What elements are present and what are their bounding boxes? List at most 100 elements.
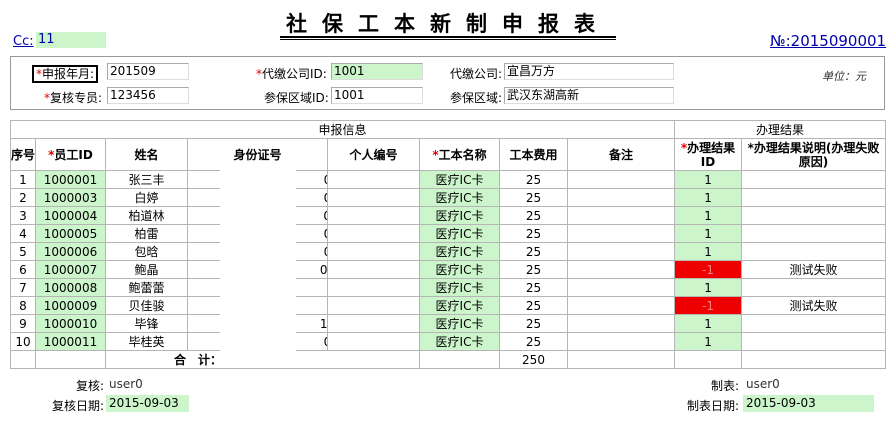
period-label: *申报年月: [31,65,99,83]
row-personal-no [327,296,420,315]
row-cost-name[interactable]: 医疗IC卡 [419,224,500,243]
make-date-field[interactable]: 2015-09-03 [743,395,874,412]
table-body: 11000001张三丰5420015医疗IC卡25121000003白婷5420… [10,170,887,351]
id-card-suffix: 0058 [324,227,327,241]
row-seq: 8 [10,296,36,315]
row-name: 鲍晶 [105,260,188,279]
row-cost-name[interactable]: 医疗IC卡 [419,242,500,261]
title-underline-thin [280,39,616,40]
id-card-suffix: 0015 [324,173,327,187]
row-personal-no [327,206,420,225]
table-row[interactable]: 61000007鲍晶540074医疗IC卡25-1测试失败 [10,260,887,279]
row-result-id[interactable]: 1 [674,224,743,243]
row-result-desc: 测试失败 [741,296,887,315]
row-personal-no [327,188,420,207]
row-result-desc [741,206,887,225]
col-emp-id: *员工ID [35,138,106,171]
row-personal-no [327,314,420,333]
agent-company-field[interactable]: 宜昌万方 [504,63,674,80]
cc-field[interactable]: 11 [36,32,106,48]
region-id-field[interactable]: 1001 [331,87,423,104]
row-cost-name[interactable]: 医疗IC卡 [419,170,500,189]
table-row[interactable]: 81000009贝佳骏542090医疗IC卡25-1测试失败 [10,296,887,315]
row-cost-name[interactable]: 医疗IC卡 [419,278,500,297]
group-declare-info: 申报信息 [9,120,676,139]
id-card-suffix: 0074 [319,262,328,277]
row-emp-id[interactable]: 1000005 [35,224,106,243]
row-seq: 3 [10,206,36,225]
row-result-desc [741,332,887,351]
row-name: 毕桂英 [105,332,188,351]
row-remark [566,332,676,351]
table-row[interactable]: 91000010毕锋5103医疗IC卡251 [10,314,887,333]
row-emp-id[interactable]: 1000006 [35,242,106,261]
row-cost-name[interactable]: 医疗IC卡 [419,296,500,315]
row-result-desc [741,170,887,189]
row-result-id[interactable]: 1 [674,332,743,351]
row-emp-id[interactable]: 1000008 [35,278,106,297]
review-label: 复核: [76,379,105,393]
row-emp-id[interactable]: 1000011 [35,332,106,351]
table-row[interactable]: 31000004柏道林542004X医疗IC卡251 [10,206,887,225]
row-name: 柏雷 [105,224,188,243]
row-emp-id[interactable]: 1000009 [35,296,106,315]
review-date-field[interactable]: 2015-09-03 [106,395,189,412]
row-result-id[interactable]: -1 [674,260,743,279]
row-cost-name[interactable]: 医疗IC卡 [419,260,500,279]
row-result-id[interactable]: -1 [674,296,743,315]
col-result-desc: *办理结果说明(办理失败原因) [741,138,887,171]
row-cost-name[interactable]: 医疗IC卡 [419,314,500,333]
id-card-suffix: 103 [319,316,328,331]
row-name: 白婷 [105,188,188,207]
row-remark [566,296,676,315]
serial-number[interactable]: №:2015090001 [770,32,886,50]
row-result-id[interactable]: 1 [674,278,743,297]
table-row[interactable]: 51000006包晗5420066医疗IC卡251 [10,242,887,261]
row-remark [566,170,676,189]
col-cost-fee: 工本费用 [499,138,568,171]
agent-company-id-field[interactable]: 1001 [331,63,423,80]
table-row[interactable]: 41000005柏雷5420058医疗IC卡251 [10,224,887,243]
row-emp-id[interactable]: 1000010 [35,314,106,333]
row-seq: 9 [10,314,36,333]
reviewer-field[interactable]: 123456 [107,87,189,104]
row-emp-id[interactable]: 1000007 [35,260,106,279]
row-remark [566,314,676,333]
row-name: 贝佳骏 [105,296,188,315]
id-card-suffix: 0066 [324,245,327,259]
period-field[interactable]: 201509 [107,63,189,80]
table-row[interactable]: 11000001张三丰5420015医疗IC卡251 [10,170,887,189]
row-result-desc [741,188,887,207]
row-result-id[interactable]: 1 [674,206,743,225]
table-row[interactable]: 21000003白婷5420031医疗IC卡251 [10,188,887,207]
row-cost-name[interactable]: 医疗IC卡 [419,332,500,351]
row-cost-name[interactable]: 医疗IC卡 [419,188,500,207]
row-result-id[interactable]: 1 [674,188,743,207]
id-card-suffix: 004X [323,209,326,223]
row-personal-no [327,170,420,189]
row-result-desc [741,314,887,333]
row-cost-name[interactable]: 医疗IC卡 [419,206,500,225]
region-field[interactable]: 武汉东湖高新 [504,87,674,104]
col-personal-no: 个人编号 [327,138,420,171]
row-personal-no [327,332,420,351]
table-row[interactable]: 71000008鲍蕾蕾542082医疗IC卡251 [10,278,887,297]
row-result-id[interactable]: 1 [674,314,743,333]
row-result-id[interactable]: 1 [674,170,743,189]
col-name: 姓名 [105,138,188,171]
maker-user: user0 [746,377,780,391]
row-emp-id[interactable]: 1000004 [35,206,106,225]
row-personal-no [327,224,420,243]
agent-company-label: 代缴公司: [450,67,503,81]
row-fee: 25 [499,188,568,207]
row-emp-id[interactable]: 1000001 [35,170,106,189]
row-seq: 10 [10,332,36,351]
row-emp-id[interactable]: 1000003 [35,188,106,207]
row-remark [566,242,676,261]
col-seq: 序号 [10,138,36,171]
row-result-id[interactable]: 1 [674,242,743,261]
col-id-card: 身份证号 [187,138,328,171]
total-row: 合 计： 250 [10,350,887,369]
cc-label[interactable]: Cc: [13,34,34,49]
table-row[interactable]: 101000011毕桂英5420111医疗IC卡251 [10,332,887,351]
